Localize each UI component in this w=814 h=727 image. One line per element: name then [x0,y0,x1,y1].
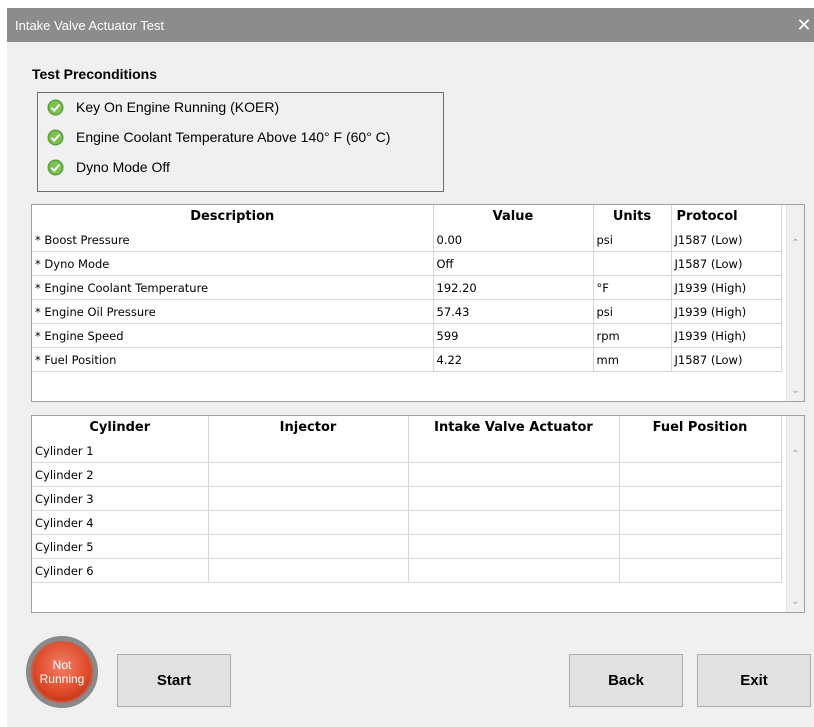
table-row[interactable]: Cylinder 4 [32,510,782,535]
column-header-fuel-position[interactable]: Fuel Position [619,416,782,439]
table-row[interactable]: * Dyno Mode Off J1587 (Low) [32,251,782,276]
table-row[interactable]: Cylinder 1 [32,439,782,463]
cell-protocol: J1939 (High) [671,323,782,348]
cell-description: * Dyno Mode [32,251,434,276]
cell-value: 4.22 [433,347,594,372]
cell-cylinder: Cylinder 1 [32,439,209,463]
chevron-down-icon[interactable]: ⌄ [787,382,804,399]
cell-intake-valve-actuator [408,558,620,583]
chevron-up-icon[interactable]: ⌃ [787,446,804,463]
cell-description: * Engine Oil Pressure [32,299,434,324]
cell-injector [208,534,409,559]
cell-intake-valve-actuator [408,510,620,535]
cell-description: * Engine Speed [32,323,434,348]
cell-protocol: J1939 (High) [671,299,782,324]
cell-protocol: J1587 (Low) [671,228,782,252]
cylinder-scrollbar[interactable]: ⌃ ⌄ [786,416,804,612]
test-window: Intake Valve Actuator Test ✕ Test Precon… [7,8,814,727]
cylinder-grid[interactable]: Cylinder Injector Intake Valve Actuator … [31,415,805,613]
cell-intake-valve-actuator [408,534,620,559]
cell-description: * Engine Coolant Temperature [32,275,434,300]
precondition-item: Key On Engine Running (KOER) [47,97,279,117]
check-circle-icon [47,99,64,115]
cell-injector [208,462,409,487]
cell-injector [208,439,409,463]
cell-protocol: J1587 (Low) [671,251,782,276]
cell-protocol: J1587 (Low) [671,347,782,372]
cell-cylinder: Cylinder 5 [32,534,209,559]
check-circle-icon [47,129,64,145]
column-header-units[interactable]: Units [593,205,672,228]
precondition-item: Dyno Mode Off [47,157,170,177]
column-header-protocol[interactable]: Protocol [671,205,782,228]
status-line-1: Not [52,658,72,672]
table-row[interactable]: * Engine Coolant Temperature 192.20 °F J… [32,275,782,300]
cell-injector [208,510,409,535]
window-title: Intake Valve Actuator Test [15,18,165,33]
parameters-header-row: Description Value Units Protocol [32,205,782,228]
cell-intake-valve-actuator [408,462,620,487]
cell-value: 599 [433,323,594,348]
cell-fuel-position [619,534,782,559]
exit-button[interactable]: Exit [697,654,811,707]
precondition-label: Engine Coolant Temperature Above 140° F … [76,129,391,145]
parameters-scrollbar[interactable]: ⌃ ⌄ [786,205,804,401]
back-button[interactable]: Back [569,654,683,707]
preconditions-panel: Key On Engine Running (KOER) Engine Cool… [37,92,444,192]
column-header-cylinder[interactable]: Cylinder [32,416,209,439]
cylinder-header-row: Cylinder Injector Intake Valve Actuator … [32,416,782,439]
cell-value: Off [433,251,594,276]
table-row[interactable]: Cylinder 5 [32,534,782,559]
start-button[interactable]: Start [117,654,231,707]
cell-fuel-position [619,439,782,463]
cell-protocol: J1939 (High) [671,275,782,300]
chevron-up-icon[interactable]: ⌃ [787,235,804,252]
precondition-label: Dyno Mode Off [76,159,170,175]
cell-injector [208,558,409,583]
title-bar: Intake Valve Actuator Test ✕ [7,8,814,42]
cell-cylinder: Cylinder 3 [32,486,209,511]
column-header-description[interactable]: Description [32,205,434,228]
precondition-label: Key On Engine Running (KOER) [76,99,280,115]
close-icon[interactable]: ✕ [794,8,814,42]
chevron-down-icon[interactable]: ⌄ [787,593,804,610]
cell-fuel-position [619,462,782,487]
cell-intake-valve-actuator [408,439,620,463]
cell-value: 0.00 [433,228,594,252]
table-row[interactable]: * Engine Oil Pressure 57.43 psi J1939 (H… [32,299,782,324]
cell-value: 57.43 [433,299,594,324]
cell-intake-valve-actuator [408,486,620,511]
table-row[interactable]: * Engine Speed 599 rpm J1939 (High) [32,323,782,348]
preconditions-heading: Test Preconditions [32,66,157,82]
table-row[interactable]: * Boost Pressure 0.00 psi J1587 (Low) [32,228,782,252]
cell-units: °F [593,275,672,300]
table-row[interactable]: Cylinder 3 [32,486,782,511]
column-header-value[interactable]: Value [433,205,594,228]
cell-units: rpm [593,323,672,348]
table-row[interactable]: Cylinder 6 [32,558,782,583]
status-line-2: Running [39,672,85,686]
cell-cylinder: Cylinder 6 [32,558,209,583]
cell-value: 192.20 [433,275,594,300]
table-row[interactable]: Cylinder 2 [32,462,782,487]
cell-injector [208,486,409,511]
cell-description: * Boost Pressure [32,228,434,252]
running-status-indicator: Not Running [26,636,98,708]
column-header-intake-valve-actuator[interactable]: Intake Valve Actuator [408,416,620,439]
parameters-grid[interactable]: Description Value Units Protocol * Boost… [31,204,805,402]
cell-description: * Fuel Position [32,347,434,372]
precondition-item: Engine Coolant Temperature Above 140° F … [47,127,390,147]
cell-units: mm [593,347,672,372]
cell-units [593,251,672,276]
cell-cylinder: Cylinder 4 [32,510,209,535]
cell-cylinder: Cylinder 2 [32,462,209,487]
column-header-injector[interactable]: Injector [208,416,409,439]
check-circle-icon [47,159,64,175]
cell-fuel-position [619,510,782,535]
cell-units: psi [593,299,672,324]
cell-units: psi [593,228,672,252]
table-row[interactable]: * Fuel Position 4.22 mm J1587 (Low) [32,347,782,372]
cell-fuel-position [619,486,782,511]
cell-fuel-position [619,558,782,583]
